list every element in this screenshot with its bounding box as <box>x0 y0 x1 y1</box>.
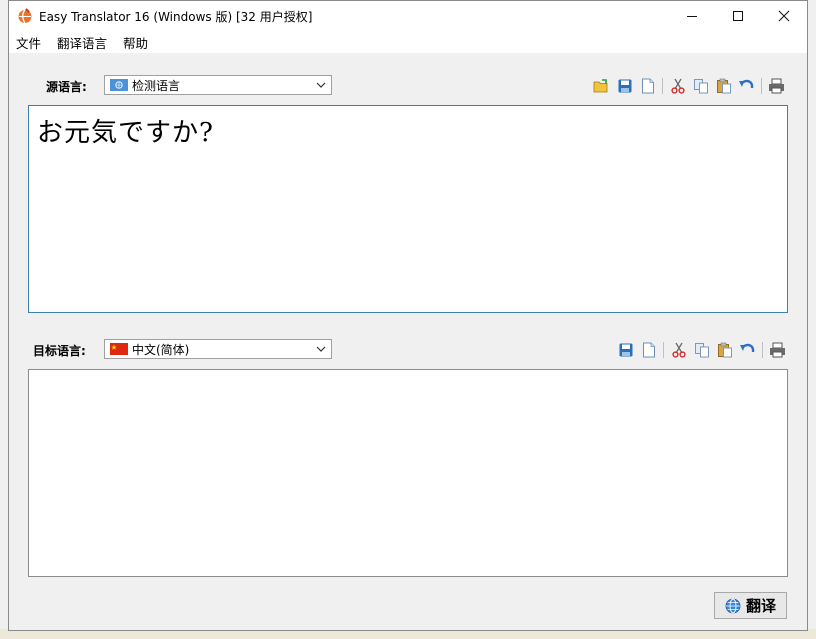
copy-icon[interactable] <box>693 341 711 359</box>
title-bar[interactable]: Easy Translator 16 (Windows 版) [32 用户授权] <box>9 1 807 31</box>
maximize-button[interactable] <box>715 1 761 31</box>
background-app-left <box>0 0 8 639</box>
window-title: Easy Translator 16 (Windows 版) [32 用户授权] <box>39 9 313 24</box>
save-icon[interactable] <box>617 341 635 359</box>
source-text-area[interactable]: お元気ですか? <box>28 105 788 313</box>
toolbar-separator <box>663 342 664 358</box>
chevron-down-icon <box>316 346 326 352</box>
undo-icon[interactable] <box>738 77 756 95</box>
menu-translate-language[interactable]: 翻译语言 <box>49 33 115 52</box>
open-folder-icon[interactable] <box>593 77 611 95</box>
menu-bar: 文件 翻译语言 帮助 <box>9 31 807 53</box>
toolbar-separator <box>762 342 763 358</box>
print-icon[interactable] <box>769 341 787 359</box>
new-document-icon[interactable] <box>639 77 657 95</box>
globe-icon <box>725 598 741 613</box>
target-language-label: 目标语言: <box>33 344 86 358</box>
translate-button[interactable]: 翻译 <box>714 592 787 619</box>
source-toolbar <box>590 76 788 96</box>
target-toolbar <box>614 340 789 360</box>
toolbar-separator <box>662 78 663 94</box>
cut-icon[interactable] <box>670 341 688 359</box>
background-app-right <box>808 0 816 639</box>
source-text: お元気ですか? <box>37 118 214 148</box>
main-window: Easy Translator 16 (Windows 版) [32 用户授权]… <box>8 0 808 631</box>
source-language-select[interactable]: 检测语言 <box>104 75 332 95</box>
save-icon[interactable] <box>616 77 634 95</box>
paste-icon[interactable] <box>716 341 734 359</box>
target-language-value: 中文(简体) <box>132 342 190 357</box>
undo-icon[interactable] <box>739 341 757 359</box>
source-language-label: 源语言: <box>46 80 87 94</box>
close-button[interactable] <box>761 1 807 31</box>
un-flag-icon <box>110 79 128 91</box>
maximize-icon <box>733 11 743 21</box>
chevron-down-icon <box>316 82 326 88</box>
target-text-area[interactable] <box>28 369 788 577</box>
print-icon[interactable] <box>768 77 786 95</box>
target-language-select[interactable]: 中文(简体) <box>104 339 332 359</box>
close-icon <box>778 10 790 22</box>
toolbar-separator <box>761 78 762 94</box>
menu-help[interactable]: 帮助 <box>115 33 156 52</box>
new-document-icon[interactable] <box>640 341 658 359</box>
china-flag-icon <box>110 343 128 355</box>
minimize-button[interactable] <box>669 1 715 31</box>
app-logo-icon <box>18 8 32 24</box>
translate-button-label: 翻译 <box>745 597 776 615</box>
copy-icon[interactable] <box>692 77 710 95</box>
minimize-icon <box>687 16 697 17</box>
paste-icon[interactable] <box>715 77 733 95</box>
cut-icon[interactable] <box>669 77 687 95</box>
source-language-value: 检测语言 <box>132 78 181 93</box>
menu-file[interactable]: 文件 <box>9 33 49 52</box>
